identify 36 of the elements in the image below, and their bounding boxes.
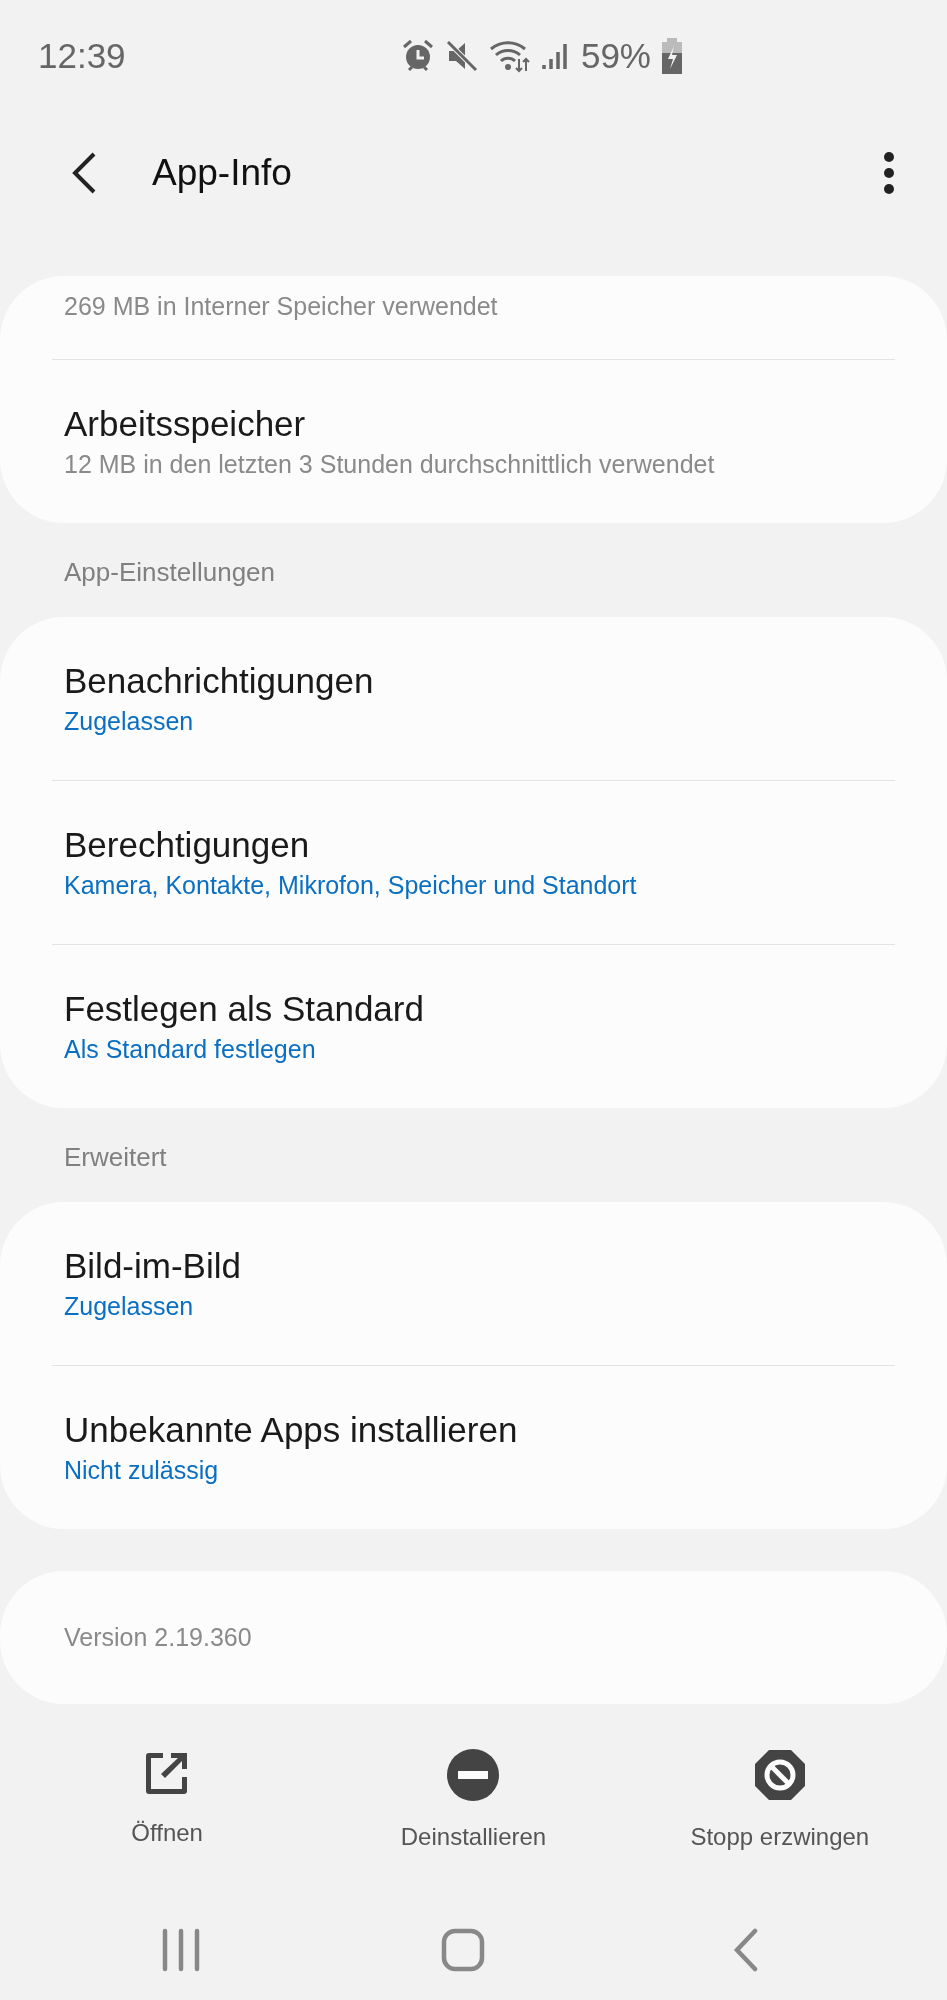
more-icon (883, 151, 895, 195)
alarm-icon (400, 39, 435, 73)
version-text: Version 2.19.360 (64, 1623, 253, 1652)
settings-item[interactable]: Benachrichtigungen Zugelassen (52, 617, 895, 780)
item-summary: Kamera, Kontakte, Mikrofon, Speicher und Standort (64, 871, 638, 900)
section-header: App-Einstellungen (63, 555, 277, 589)
item-summary: 269 MB in Interner Speicher verwendet (64, 292, 499, 321)
settings-item[interactable]: Arbeitsspeicher 12 MB in den letzten 3 Stunden durchschnittlich verwendet (52, 359, 895, 523)
item-summary: 12 MB in den letzten 3 Stunden durchschnittlich verwendet (64, 450, 716, 479)
page-title: App-Info (152, 152, 293, 194)
item-title: Benachrichtigungen (64, 661, 375, 701)
item-summary: Zugelassen (64, 1292, 195, 1321)
wifi-icon (488, 39, 531, 73)
item-title: Arbeitsspeicher (64, 404, 307, 444)
minus-circle-icon (447, 1749, 500, 1801)
item-summary: Nicht zulässig (64, 1456, 220, 1485)
battery-charging-icon (661, 38, 683, 74)
item-title: Berechtigungen (64, 825, 311, 865)
mute-icon (444, 39, 479, 73)
settings-item[interactable]: Berechtigungen Kamera, Kontakte, Mikrofon, Speicher und Standort (52, 780, 895, 944)
status-time: 12:39 (38, 36, 126, 76)
item-title: Festlegen als Standard (64, 989, 425, 1029)
stop-sign-icon (753, 1749, 806, 1801)
settings-item[interactable]: Bild-im-Bild Zugelassen (52, 1202, 895, 1365)
section-header: Erweitert (63, 1140, 168, 1174)
home-icon (441, 1928, 486, 1972)
battery-percentage: 59% (580, 36, 651, 76)
item-title: Bild-im-Bild (64, 1246, 242, 1286)
item-summary: Als Standard festlegen (64, 1035, 317, 1064)
item-title: Unbekannte Apps installieren (64, 1410, 519, 1450)
action-button[interactable]: Stopp erzwingen (626, 1748, 933, 1852)
settings-item[interactable]: Festlegen als Standard Als Standard festlegen (52, 944, 895, 1108)
item-summary: Zugelassen (64, 707, 195, 736)
settings-item[interactable]: Unbekannte Apps installieren Nicht zulässig (52, 1365, 895, 1529)
action-button[interactable]: Deinstallieren (320, 1748, 627, 1852)
action-button[interactable]: Öffnen (14, 1748, 321, 1852)
